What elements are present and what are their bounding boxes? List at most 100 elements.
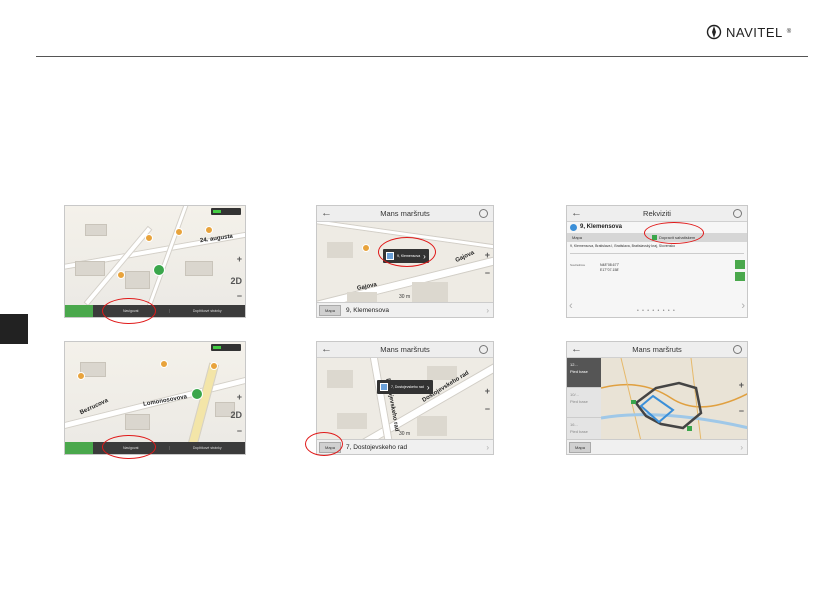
address-icon	[380, 383, 388, 391]
highlight-circle	[305, 432, 343, 456]
zoom-out-button[interactable]: −	[237, 291, 242, 301]
screenshot-3-details: ← Rekviziti 9, Klemensova Mapa Dopravit …	[566, 205, 748, 318]
route-mode: Pied base	[570, 429, 588, 434]
destination-pin[interactable]	[191, 388, 203, 400]
navitel-logo: NAVITEL ®	[706, 24, 791, 40]
chevron-right-icon: ›	[426, 382, 430, 392]
back-arrow-icon[interactable]: ←	[321, 207, 332, 219]
battery-icon	[211, 208, 241, 215]
start-flag-icon	[631, 400, 636, 404]
map-button[interactable]: Mapa	[572, 235, 582, 240]
poi-pin[interactable]	[175, 228, 183, 236]
place-icon	[570, 223, 577, 231]
route-mode: Pied base	[570, 399, 588, 404]
back-arrow-icon[interactable]: ←	[571, 207, 582, 219]
highlight-circle	[102, 298, 156, 324]
map-scale: 30 m	[399, 294, 411, 300]
zoom-out-button[interactable]: −	[237, 426, 242, 436]
screen-title: Mans maršruts	[632, 345, 682, 354]
screenshot-5-route: ← Mans maršruts Dostojevskeho rad Dostoj…	[316, 341, 494, 455]
screen-header: ← Rekviziti	[567, 206, 747, 222]
route-time: 10/...	[570, 392, 579, 397]
alt-route-line	[639, 394, 675, 424]
popup-label: 7, Dostojevskeho rad	[391, 385, 424, 389]
screen-header: ← Mans maršruts	[567, 342, 747, 358]
map-scale: 30 m	[399, 431, 411, 437]
extra-pages-button[interactable]: Doplňkové stránky	[168, 309, 246, 313]
highlight-circle	[378, 237, 436, 267]
poi-pin[interactable]	[362, 244, 370, 252]
zoom-in-button[interactable]: +	[485, 250, 490, 260]
screen-header: ← Mans maršruts	[317, 206, 493, 222]
globe-icon[interactable]	[479, 345, 488, 354]
poi-pin[interactable]	[210, 362, 218, 370]
zoom-out-button[interactable]: −	[485, 268, 490, 278]
map-mode-button[interactable]: 2D	[230, 276, 242, 286]
map-3d: 24. augusta + 2D −	[65, 206, 245, 305]
map-button[interactable]: Mapa	[319, 304, 341, 316]
brand-name: NAVITEL	[726, 24, 783, 40]
globe-icon[interactable]	[733, 345, 742, 354]
menu-button[interactable]	[65, 305, 93, 317]
chevron-right-icon: ›	[486, 305, 489, 315]
zoom-in-button[interactable]: +	[485, 386, 490, 396]
poi-pin[interactable]	[205, 226, 213, 234]
map-mode-button[interactable]: 2D	[230, 410, 242, 420]
end-flag-icon	[687, 426, 692, 431]
route-mode: Pied base	[570, 369, 588, 374]
screen-header: ← Mans maršruts	[317, 342, 493, 358]
extra-pages-button[interactable]: Doplňkové stránky	[168, 446, 246, 450]
footer-address[interactable]: 7, Dostojevskeho rad	[346, 444, 407, 451]
poi-pin[interactable]	[117, 271, 125, 279]
route-footer: Mapa 7, Dostojevskeho rad ›	[317, 439, 493, 454]
zoom-out-button[interactable]: −	[485, 404, 490, 414]
footer-address[interactable]: 9, Klemensova	[346, 307, 389, 314]
screen-title: Rekviziti	[643, 209, 671, 218]
route-overview-svg	[601, 358, 747, 439]
screenshot-6-overview: ← Mans maršruts 12... Pied base 10/... P…	[566, 341, 748, 455]
zoom-in-button[interactable]: +	[237, 392, 242, 402]
next-page-icon[interactable]: ›	[741, 300, 745, 312]
poi-pin[interactable]	[145, 234, 153, 242]
globe-icon[interactable]	[479, 209, 488, 218]
route-option[interactable]: 10/... Pied base	[567, 388, 601, 418]
route-option[interactable]: 12... Pied base	[567, 358, 601, 388]
coordinates-label: Souřadnice	[570, 263, 586, 267]
zoom-in-button[interactable]: +	[739, 380, 744, 390]
chevron-right-icon: ›	[740, 442, 743, 452]
highlight-circle	[102, 435, 156, 459]
navitel-compass-icon	[706, 24, 722, 40]
chevron-right-icon: ›	[486, 442, 489, 452]
route-time: 12...	[570, 362, 578, 367]
map-button[interactable]: Mapa	[569, 441, 591, 453]
zoom-out-button[interactable]: −	[739, 406, 744, 416]
save-button[interactable]	[735, 272, 745, 281]
header-rule	[36, 56, 808, 57]
screenshot-4-map: Lomonosovova Bezrucova + 2D − Navigovat …	[64, 341, 246, 455]
map-3d: Lomonosovova Bezrucova + 2D −	[65, 342, 245, 442]
route-footer: Mapa 9, Klemensova ›	[317, 302, 493, 317]
location-popup[interactable]: 7, Dostojevskeho rad ›	[377, 380, 433, 394]
coordinates-value: N48°08.677' E17°07.158'	[600, 263, 619, 273]
highlight-circle	[644, 222, 704, 244]
map-2d: Dostojevskeho rad Dostojevskeho rad 7, D…	[317, 358, 493, 439]
longitude: E17°07.158'	[600, 268, 620, 272]
screen-title: Mans maršruts	[380, 345, 430, 354]
prev-page-icon[interactable]: ‹	[569, 300, 573, 312]
page-indicator: • • • • • • • •	[637, 308, 676, 314]
poi-pin[interactable]	[77, 372, 85, 380]
back-arrow-icon[interactable]: ←	[321, 343, 332, 355]
place-name: 9, Klemensova	[580, 224, 623, 230]
destination-pin[interactable]	[153, 264, 165, 276]
poi-pin[interactable]	[160, 360, 168, 368]
overview-map: + −	[601, 358, 747, 439]
section-tab	[0, 314, 28, 344]
globe-icon[interactable]	[733, 209, 742, 218]
back-arrow-icon[interactable]: ←	[571, 343, 582, 355]
zoom-in-button[interactable]: +	[237, 254, 242, 264]
menu-button[interactable]	[65, 442, 93, 454]
route-time: 16...	[570, 422, 578, 427]
screenshot-1-map: 24. augusta + 2D − Navigovat Doplňkové s…	[64, 205, 246, 318]
add-button[interactable]	[735, 260, 745, 269]
brand-registered: ®	[786, 29, 792, 35]
